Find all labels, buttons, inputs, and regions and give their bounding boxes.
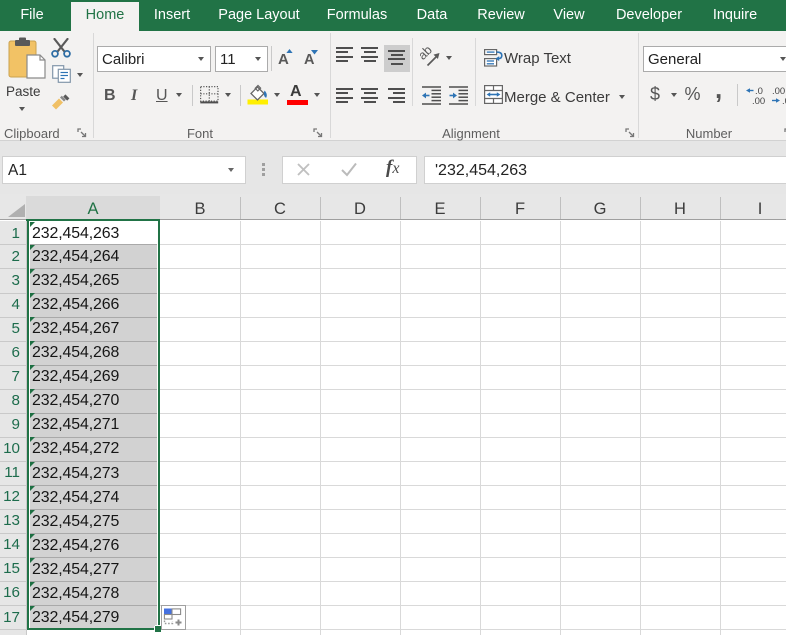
svg-text:.0: .0: [782, 96, 786, 105]
svg-text:.00: .00: [752, 96, 765, 105]
